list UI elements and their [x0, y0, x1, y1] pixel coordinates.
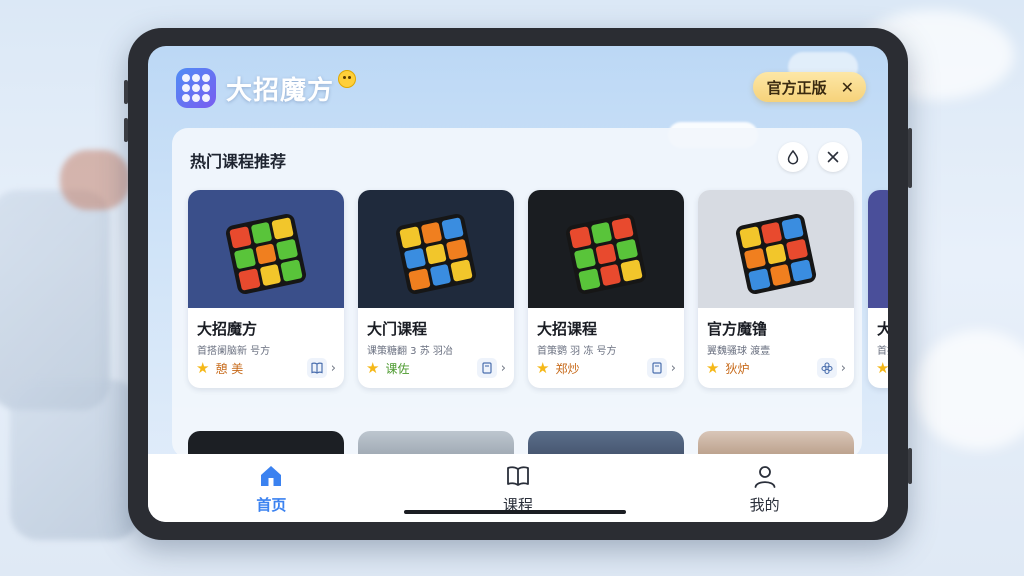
screen: 大招魔方 官方正版 ✕ 热门课程推荐 大招魔方 首搭阑脑新 号方 ★ 憩 美 ›… — [148, 46, 888, 522]
star-icon: ★ — [366, 359, 380, 377]
background-cube — [0, 190, 110, 410]
course-description: 首策鹦 羽 冻 号方 — [537, 346, 617, 357]
section-title: 热门课程推荐 — [190, 152, 287, 171]
course-description: 课策糖翻 3 苏 羽冶 — [367, 346, 453, 357]
course-footer: ★ 憩 美 › — [196, 358, 336, 378]
app-title: 大招魔方 — [226, 75, 335, 106]
droplet-button[interactable] — [778, 142, 808, 172]
app-logo-icon — [176, 68, 216, 108]
rubiks-cube-image — [734, 212, 818, 296]
side-button — [124, 80, 128, 104]
chevron-right-icon[interactable]: › — [501, 361, 506, 376]
droplet-icon — [787, 149, 799, 165]
close-icon[interactable]: ✕ — [841, 78, 854, 97]
panel-actions — [778, 142, 848, 172]
nav-label: 我的 — [749, 495, 780, 514]
badge-label: 官方正版 — [766, 78, 827, 97]
nav-label: 首页 — [256, 495, 287, 514]
background-cube — [10, 380, 140, 540]
background-cube — [60, 150, 130, 210]
course-footer: ★ — [876, 358, 888, 378]
course-footer: ★ 郑炒 › — [536, 358, 676, 378]
course-title: 大招 — [877, 320, 888, 338]
course-card-partial[interactable]: 大招 首挡 ★ — [868, 190, 888, 388]
course-tag: 狄炉 — [725, 361, 750, 376]
close-icon — [827, 151, 839, 163]
course-tag: 郑炒 — [555, 361, 580, 376]
course-card[interactable]: 官方魔镥 翼魏骚球 渡壹 ★ 狄炉 › — [698, 190, 854, 388]
panel-close-button[interactable] — [818, 142, 848, 172]
book-icon[interactable] — [646, 358, 667, 378]
smiley-icon — [338, 70, 357, 88]
course-card-list: 大招魔方 首搭阑脑新 号方 ★ 憩 美 › 大门课程 课策糖翻 3 苏 羽冶 ★… — [188, 190, 888, 388]
book-open-icon[interactable] — [306, 358, 327, 378]
flower-icon[interactable] — [816, 358, 837, 378]
home-icon — [261, 465, 282, 486]
star-icon: ★ — [706, 359, 720, 377]
course-card[interactable]: 大招课程 首策鹦 羽 冻 号方 ★ 郑炒 › — [528, 190, 684, 388]
chevron-right-icon[interactable]: › — [331, 361, 336, 376]
course-image — [868, 190, 888, 308]
star-icon: ★ — [196, 359, 210, 377]
course-title: 大招魔方 — [197, 320, 258, 338]
user-icon — [754, 465, 776, 488]
book-icon[interactable] — [476, 358, 497, 378]
course-card[interactable]: 大门课程 课策糖翻 3 苏 羽冶 ★ 课佐 › — [358, 190, 514, 388]
course-tag: 课佐 — [385, 361, 410, 376]
course-image — [188, 190, 344, 308]
app-header: 大招魔方 — [176, 68, 357, 108]
side-button — [908, 448, 912, 484]
course-footer: ★ 课佐 › — [366, 358, 506, 378]
background-cloud — [914, 330, 1024, 450]
chevron-right-icon[interactable]: › — [841, 361, 846, 376]
rubiks-cube-image — [394, 212, 478, 296]
nav-profile[interactable]: 我的 — [705, 462, 825, 515]
nav-home[interactable]: 首页 — [211, 462, 331, 515]
star-icon: ★ — [876, 359, 888, 377]
book-icon — [507, 465, 529, 486]
home-indicator — [404, 510, 626, 514]
course-image — [358, 190, 514, 308]
chevron-right-icon[interactable]: › — [671, 361, 676, 376]
star-icon: ★ — [536, 359, 550, 377]
course-title: 大门课程 — [367, 320, 428, 338]
side-button — [908, 128, 912, 188]
course-title: 官方魔镥 — [707, 320, 768, 338]
recommend-panel: 热门课程推荐 大招魔方 首搭阑脑新 号方 ★ 憩 美 › 大门课程 课策糖翻 3… — [172, 128, 888, 458]
course-tag: 憩 美 — [215, 361, 244, 376]
course-description: 首搭阑脑新 号方 — [197, 346, 271, 357]
rubiks-cube-image — [564, 212, 648, 296]
tablet-frame: 大招魔方 官方正版 ✕ 热门课程推荐 大招魔方 首搭阑脑新 号方 ★ 憩 美 ›… — [124, 28, 912, 540]
course-card[interactable]: 大招魔方 首搭阑脑新 号方 ★ 憩 美 › — [188, 190, 344, 388]
course-description: 翼魏骚球 渡壹 — [707, 346, 771, 357]
course-image — [528, 190, 684, 308]
side-button — [124, 118, 128, 142]
rubiks-cube-image — [224, 212, 308, 296]
course-footer: ★ 狄炉 › — [706, 358, 846, 378]
course-image — [698, 190, 854, 308]
course-title: 大招课程 — [537, 320, 598, 338]
nav-courses[interactable]: 课程 — [458, 462, 578, 515]
official-badge: 官方正版 ✕ — [752, 72, 866, 102]
course-description: 首挡 — [877, 346, 888, 357]
